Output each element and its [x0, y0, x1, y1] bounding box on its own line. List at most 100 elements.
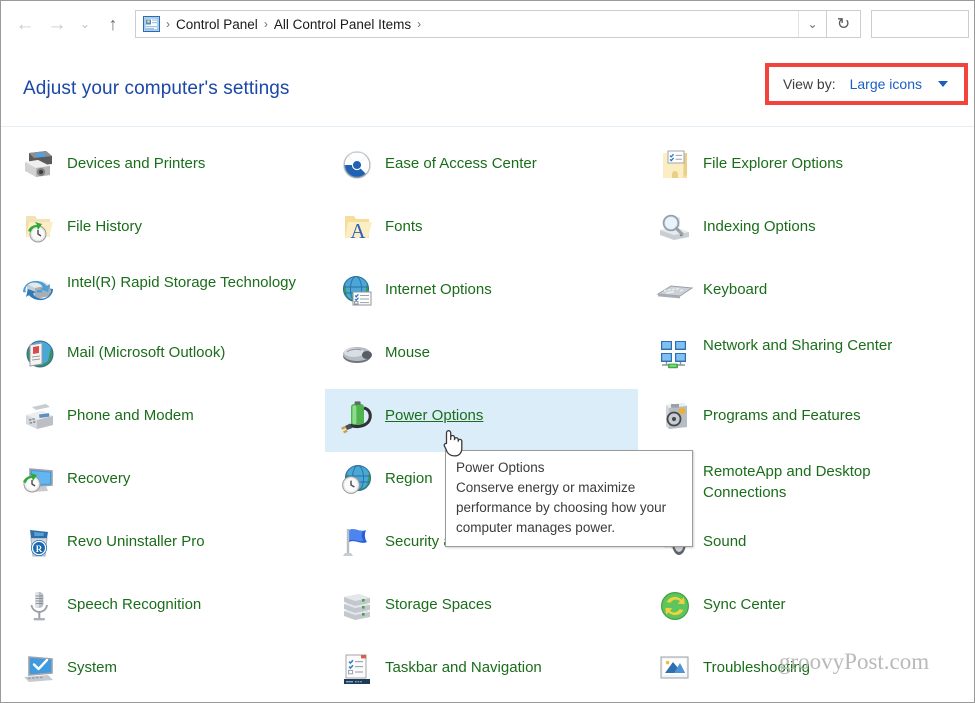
control-panel-item-power-options[interactable]: Power Options	[325, 389, 638, 452]
control-panel-item-label[interactable]: Power Options	[385, 397, 483, 426]
address-dropdown-icon[interactable]: ⌄	[798, 11, 826, 37]
forward-button[interactable]: →	[41, 2, 73, 46]
network-icon	[655, 334, 695, 374]
breadcrumb-all-control-panel-items[interactable]: All Control Panel Items	[274, 17, 411, 32]
control-panel-item-label[interactable]: Sound	[703, 523, 746, 552]
accessibility-icon	[337, 145, 377, 185]
control-panel-item-label[interactable]: Network and Sharing Center	[703, 334, 892, 356]
control-panel-item-phone-and-modem[interactable]: Phone and Modem	[13, 389, 331, 452]
svg-text:A: A	[350, 219, 366, 243]
battery-plug-icon	[337, 397, 377, 437]
indexing-magnifier-icon	[655, 208, 695, 248]
disk-stack-icon	[337, 586, 377, 626]
recent-locations-icon[interactable]: ⌄	[73, 2, 97, 46]
control-panel-item-indexing-options[interactable]: Indexing Options	[649, 200, 967, 263]
control-panel-item-label[interactable]: Devices and Printers	[67, 145, 205, 174]
control-panel-item-revo-uninstaller-pro[interactable]: R Revo Uninstaller Pro	[13, 515, 331, 578]
globe-clock-icon	[337, 460, 377, 500]
control-panel-item-fonts[interactable]: A Fonts	[331, 200, 649, 263]
control-panel-item-label[interactable]: RemoteApp and Desktop Connections	[703, 460, 953, 503]
view-by-label: View by:	[783, 76, 836, 92]
control-panel-item-taskbar-and-navigation[interactable]: Taskbar and Navigation	[331, 641, 649, 703]
page-title: Adjust your computer's settings	[23, 78, 290, 100]
breadcrumb-separator[interactable]: ›	[258, 17, 274, 31]
control-panel-item-label[interactable]: File Explorer Options	[703, 145, 843, 174]
keyboard-icon	[655, 271, 695, 311]
revo-uninstaller-icon: R	[19, 523, 59, 563]
items-column-2: Ease of Access Center A Fonts Internet O…	[331, 137, 649, 703]
header-divider	[1, 126, 974, 127]
control-panel-item-network-and-sharing-center[interactable]: Network and Sharing Center	[649, 326, 967, 389]
control-panel-item-system[interactable]: System	[13, 641, 331, 703]
control-panel-item-label[interactable]: Sync Center	[703, 586, 786, 615]
control-panel-item-recovery[interactable]: Recovery	[13, 452, 331, 515]
control-panel-item-label[interactable]: Recovery	[67, 460, 130, 489]
control-panel-item-sound[interactable]: Sound	[649, 515, 967, 578]
folder-clock-icon	[19, 208, 59, 248]
mouse-icon	[337, 334, 377, 374]
address-bar: ← → ⌄ ↑ › Control Panel › All Control	[1, 1, 974, 47]
mail-globe-icon	[19, 334, 59, 374]
control-panel-item-label[interactable]: System	[67, 649, 117, 678]
control-panel-item-label[interactable]: Indexing Options	[703, 208, 816, 237]
control-panel-item-label[interactable]: Speech Recognition	[67, 586, 201, 615]
control-panel-item-label[interactable]: Mail (Microsoft Outlook)	[67, 334, 225, 363]
up-button[interactable]: ↑	[97, 2, 129, 46]
control-panel-item-label[interactable]: Mouse	[385, 334, 430, 363]
control-panel-item-label[interactable]: Region	[385, 460, 433, 489]
program-disc-icon	[655, 397, 695, 437]
control-panel-item-intelr-rapid-storage-technology[interactable]: Intel(R) Rapid Storage Technology	[13, 263, 331, 326]
watermark: groovyPost.com	[779, 649, 929, 675]
chevron-down-icon[interactable]	[938, 81, 948, 87]
monitor-clock-icon	[19, 460, 59, 500]
control-panel-item-sync-center[interactable]: Sync Center	[649, 578, 967, 641]
printer-icon	[19, 145, 59, 185]
address-input[interactable]: › Control Panel › All Control Panel Item…	[135, 10, 827, 38]
tooltip: Power Options Conserve energy or maximiz…	[445, 450, 693, 547]
control-panel-item-label[interactable]: Keyboard	[703, 271, 767, 300]
refresh-button[interactable]: ↻	[827, 10, 861, 38]
internet-options-icon	[337, 271, 377, 311]
control-panel-item-label[interactable]: Revo Uninstaller Pro	[67, 523, 205, 552]
control-panel-items-grid: Devices and Printers File History Intel(…	[1, 137, 974, 703]
control-panel-item-speech-recognition[interactable]: Speech Recognition	[13, 578, 331, 641]
microphone-icon	[19, 586, 59, 626]
control-panel-item-devices-and-printers[interactable]: Devices and Printers	[13, 137, 331, 200]
control-panel-item-file-explorer-options[interactable]: File Explorer Options	[649, 137, 967, 200]
storage-sync-icon	[19, 271, 59, 311]
control-panel-item-programs-and-features[interactable]: Programs and Features	[649, 389, 967, 452]
control-panel-item-label[interactable]: Programs and Features	[703, 397, 861, 426]
control-panel-item-file-history[interactable]: File History	[13, 200, 331, 263]
control-panel-item-label[interactable]: Phone and Modem	[67, 397, 194, 426]
breadcrumb-separator[interactable]: ›	[411, 17, 427, 31]
control-panel-item-label[interactable]: Taskbar and Navigation	[385, 649, 542, 678]
items-column-3: File Explorer Options Indexing Options K…	[649, 137, 967, 703]
computer-check-icon	[19, 649, 59, 689]
back-button[interactable]: ←	[9, 2, 41, 46]
control-panel-item-label[interactable]: Storage Spaces	[385, 586, 492, 615]
breadcrumb-control-panel[interactable]: Control Panel	[176, 17, 258, 32]
control-panel-item-label[interactable]: Internet Options	[385, 271, 492, 300]
tooltip-title: Power Options	[456, 458, 683, 478]
control-panel-item-ease-of-access-center[interactable]: Ease of Access Center	[331, 137, 649, 200]
control-panel-item-label[interactable]: Ease of Access Center	[385, 145, 537, 174]
taskbar-icon	[337, 649, 377, 689]
control-panel-item-label[interactable]: Fonts	[385, 208, 423, 237]
control-panel-item-internet-options[interactable]: Internet Options	[331, 263, 649, 326]
view-by-value[interactable]: Large icons	[850, 76, 922, 92]
control-panel-item-label[interactable]: File History	[67, 208, 142, 237]
control-panel-item-label[interactable]: Intel(R) Rapid Storage Technology	[67, 271, 296, 293]
svg-text:R: R	[36, 544, 43, 554]
control-panel-item-mail-microsoft-outlook[interactable]: Mail (Microsoft Outlook)	[13, 326, 331, 389]
items-column-1: Devices and Printers File History Intel(…	[13, 137, 331, 703]
search-input[interactable]	[871, 10, 969, 38]
blue-flag-icon	[337, 523, 377, 563]
control-panel-item-keyboard[interactable]: Keyboard	[649, 263, 967, 326]
control-panel-item-mouse[interactable]: Mouse	[331, 326, 649, 389]
view-by-control[interactable]: View by: Large icons	[765, 63, 968, 105]
control-panel-item-storage-spaces[interactable]: Storage Spaces	[331, 578, 649, 641]
fonts-folder-icon: A	[337, 208, 377, 248]
folder-options-icon	[655, 145, 695, 185]
control-panel-icon	[143, 16, 160, 32]
control-panel-item-remoteapp-and-desktop-connections[interactable]: RemoteApp and Desktop Connections	[649, 452, 967, 515]
